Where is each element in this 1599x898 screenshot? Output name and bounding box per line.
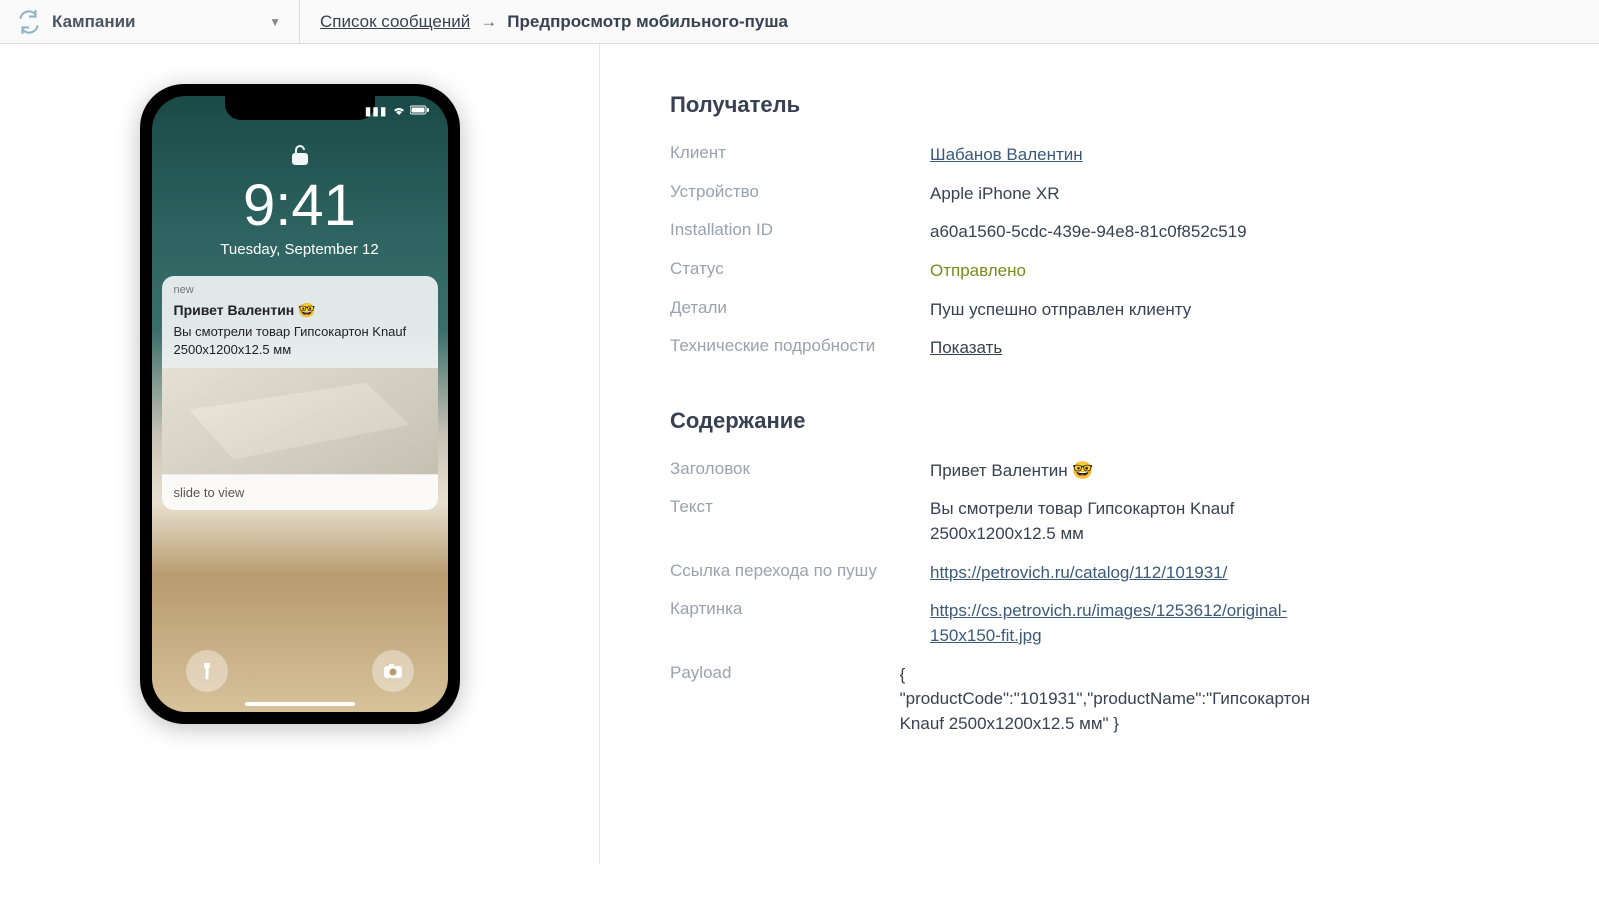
label-client: Клиент — [670, 143, 930, 163]
status-icons: ▮▮▮ — [365, 104, 430, 118]
flashlight-icon — [186, 650, 228, 692]
value-details: Пуш успешно отправлен клиенту — [930, 298, 1310, 323]
camera-icon — [372, 650, 414, 692]
lock-date: Tuesday, September 12 — [152, 241, 448, 258]
value-title: Привет Валентин 🤓 — [930, 459, 1310, 484]
value-status: Отправлено — [930, 259, 1310, 284]
content-section: Содержание ЗаголовокПривет Валентин 🤓 Те… — [670, 408, 1310, 744]
value-install: a60a1560-5cdc-439e-94e8-81c0f852c519 — [930, 220, 1310, 245]
label-install: Installation ID — [670, 220, 930, 240]
preview-column: ▮▮▮ 9:41 Tuesday, September 12 ne — [0, 44, 600, 864]
brand-dropdown[interactable]: Кампании ▼ — [16, 0, 300, 43]
brand-label: Кампании — [52, 12, 136, 32]
notif-slide-label: slide to view — [162, 474, 438, 510]
label-link: Ссылка перехода по пушу — [670, 561, 930, 581]
wifi-icon — [392, 104, 406, 118]
push-link[interactable]: https://petrovich.ru/catalog/112/101931/ — [930, 563, 1227, 582]
value-text: Вы смотрели товар Гипсокартон Knauf 2500… — [930, 497, 1310, 546]
value-payload: { "productCode":"101931","productName":"… — [900, 663, 1310, 737]
notif-title: Привет Валентин 🤓 — [162, 298, 438, 321]
arrow-right-icon: → — [480, 12, 497, 32]
home-indicator — [245, 702, 355, 706]
label-payload: Payload — [670, 663, 900, 683]
label-tech: Технические подробности — [670, 336, 930, 356]
phone-mockup: ▮▮▮ 9:41 Tuesday, September 12 ne — [140, 84, 460, 724]
battery-icon — [410, 104, 430, 118]
content-heading: Содержание — [670, 408, 1310, 434]
label-image: Картинка — [670, 599, 930, 619]
breadcrumb: Список сообщений → Предпросмотр мобильно… — [300, 12, 788, 32]
client-link[interactable]: Шабанов Валентин — [930, 145, 1083, 164]
phone-notch — [225, 96, 375, 120]
recipient-section: Получатель КлиентШабанов Валентин Устрой… — [670, 92, 1310, 368]
brand-icon — [16, 9, 42, 35]
lock-open-icon — [152, 144, 448, 171]
breadcrumb-active: Предпросмотр мобильного-пуша — [507, 12, 788, 32]
label-status: Статус — [670, 259, 930, 279]
notif-body: Вы смотрели товар Гипсокартон Knauf 2500… — [162, 321, 438, 368]
label-details: Детали — [670, 298, 930, 318]
signal-icon: ▮▮▮ — [365, 104, 388, 118]
label-device: Устройство — [670, 182, 930, 202]
lock-time: 9:41 — [152, 177, 448, 235]
value-device: Apple iPhone XR — [930, 182, 1310, 207]
tech-show-link[interactable]: Показать — [930, 336, 1310, 361]
label-title: Заголовок — [670, 459, 930, 479]
push-notification: new Привет Валентин 🤓 Вы смотрели товар … — [162, 276, 438, 510]
chevron-down-icon: ▼ — [269, 15, 281, 29]
recipient-heading: Получатель — [670, 92, 1310, 118]
breadcrumb-link-messages[interactable]: Список сообщений — [320, 12, 470, 32]
notif-app-label: new — [162, 276, 438, 298]
notif-image — [162, 368, 438, 474]
label-text: Текст — [670, 497, 930, 517]
image-link[interactable]: https://cs.petrovich.ru/images/1253612/o… — [930, 601, 1287, 645]
topnav: Кампании ▼ Список сообщений → Предпросмо… — [0, 0, 1599, 44]
